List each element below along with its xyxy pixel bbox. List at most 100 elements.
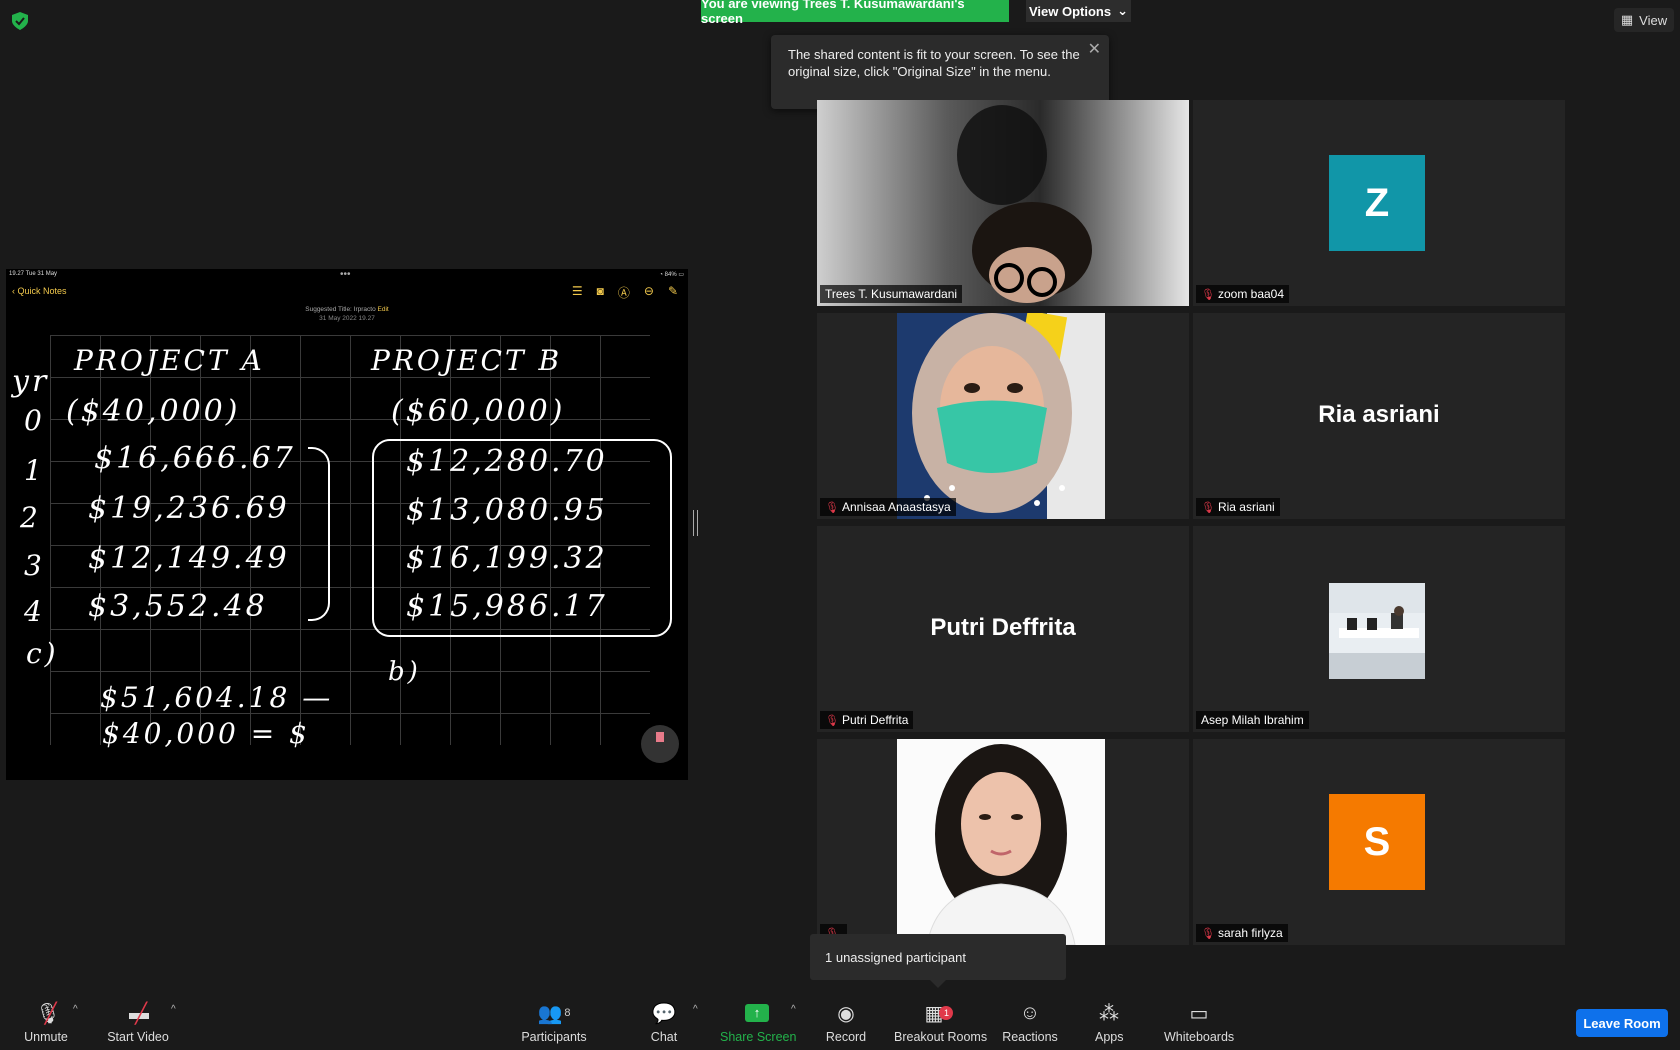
participant-name-tag: 🎙 zoom baa04 xyxy=(1196,285,1290,303)
notes-toolbar: ☰ ◙ Ⓐ ⊖ ✎ xyxy=(572,284,678,301)
participant-name-tag: 🎙 Ria asriani xyxy=(1196,498,1280,516)
leave-room-button[interactable]: Leave Room xyxy=(1576,1009,1668,1037)
mic-muted-icon: 🎙 xyxy=(1201,927,1215,940)
tooltip-text: The shared content is fit to your screen… xyxy=(788,47,1080,79)
mic-muted-icon: 🎙 xyxy=(1201,288,1215,301)
chat-button[interactable]: 💬 Chat xyxy=(646,1000,682,1045)
part-c-label: c) xyxy=(26,637,59,670)
chat-options-caret[interactable]: ^ xyxy=(693,1004,698,1015)
whiteboard-icon: ▭ xyxy=(1189,1002,1209,1025)
participant-tile-zoom-baa04[interactable]: Z 🎙 zoom baa04 xyxy=(1193,100,1565,306)
year-4: 4 xyxy=(24,595,45,628)
share-options-caret[interactable]: ^ xyxy=(791,1004,796,1015)
participant-tile-ria[interactable]: Ria asriani 🎙 Ria asriani xyxy=(1193,313,1565,519)
project-a-heading: PROJECT A xyxy=(74,344,265,377)
security-shield-icon[interactable] xyxy=(12,12,28,30)
participant-photo xyxy=(1329,583,1425,679)
mic-muted-icon: 🎙 xyxy=(825,714,839,727)
grid-icon: ▦ xyxy=(1620,12,1634,27)
fit-screen-tooltip: The shared content is fit to your screen… xyxy=(771,35,1109,109)
project-a-year-3: $12,149.49 xyxy=(88,541,290,576)
project-a-bracket xyxy=(308,447,330,621)
participant-tile-annisaa[interactable]: 🎙 Annisaa Anaastasya xyxy=(817,313,1189,519)
video-options-caret[interactable]: ^ xyxy=(171,1004,176,1015)
project-b-bracket xyxy=(372,439,672,637)
participant-display-name: Ria asriani xyxy=(1318,401,1440,428)
mic-muted-icon: 🎙 xyxy=(1201,501,1215,514)
mic-muted-icon: 🎙 ╱ xyxy=(35,1002,61,1025)
participant-video xyxy=(817,100,1189,306)
participant-tile-putri[interactable]: Putri Deffrita 🎙 Putri Deffrita xyxy=(817,526,1189,732)
chevron-down-icon: ⌄ xyxy=(1117,3,1128,18)
avatar: Z xyxy=(1329,155,1425,251)
project-a-year-2: $19,236.69 xyxy=(88,491,290,526)
more-dots-icon: ••• xyxy=(340,269,351,280)
view-layout-button[interactable]: ▦ View xyxy=(1614,8,1674,32)
meeting-toolbar: 🎙 ╱ Unmute ^ ▬ ╱ Start Video ^ 👥 8 Particip… xyxy=(0,990,1680,1050)
participant-display-name: Putri Deffrita xyxy=(930,614,1076,641)
sum-line-1: $51,604.18 — xyxy=(100,681,334,714)
markup-icon: Ⓐ xyxy=(617,286,630,300)
split-resize-handle[interactable] xyxy=(693,510,698,536)
apps-icon: ⁂ xyxy=(1099,1002,1119,1025)
unmute-button[interactable]: 🎙 ╱ Unmute xyxy=(16,1000,76,1045)
sum-line-2: $40,000 = $ xyxy=(102,717,310,750)
project-a-year-1: $16,666.67 xyxy=(94,441,296,476)
share-screen-icon: ↑ xyxy=(745,1004,769,1022)
participant-tile-sarah[interactable]: S 🎙 sarah firlyza xyxy=(1193,739,1565,945)
ipad-battery: ◔ 84% ▭ xyxy=(659,272,684,278)
participant-name-tag: 🎙 Annisaa Anaastasya xyxy=(820,498,956,516)
year-label: yr xyxy=(12,364,50,399)
pencil-tool-icon[interactable] xyxy=(641,725,679,763)
camera-icon: ◙ xyxy=(596,284,604,298)
avatar: S xyxy=(1329,794,1425,890)
apps-button[interactable]: ⁂ Apps xyxy=(1095,1000,1124,1045)
participant-tile-unnamed[interactable]: 🎙 xyxy=(817,739,1189,945)
whiteboards-button[interactable]: ▭ Whiteboards xyxy=(1164,1000,1234,1045)
part-b-label: b) xyxy=(388,657,421,687)
year-0: 0 xyxy=(24,404,45,437)
more-icon: ⊖ xyxy=(643,284,654,298)
reactions-button[interactable]: ☺ Reactions xyxy=(1002,1000,1058,1045)
breakout-badge: 1 xyxy=(939,1006,954,1020)
quick-notes-back: ‹ Quick Notes xyxy=(12,286,67,296)
project-a-year-4: $3,552.48 xyxy=(88,589,268,624)
view-layout-label: View xyxy=(1639,12,1668,28)
breakout-rooms-button[interactable]: ▦ 1 Breakout Rooms xyxy=(894,1000,987,1045)
participants-icon: 👥 xyxy=(537,1002,563,1025)
participant-name-tag: 🎙 sarah firlyza xyxy=(1196,924,1288,942)
project-b-heading: PROJECT B xyxy=(371,344,563,377)
reactions-icon: ☺ xyxy=(1019,1001,1041,1024)
unassigned-participant-popup[interactable]: 1 unassigned participant xyxy=(810,934,1066,988)
participant-name-tag: Trees T. Kusumawardani xyxy=(820,285,963,303)
project-b-year-0: ($60,000) xyxy=(391,394,566,429)
project-a-year-0: ($40,000) xyxy=(66,394,241,429)
participant-photo xyxy=(897,313,1105,519)
share-screen-button[interactable]: ↑ Share Screen xyxy=(720,1000,796,1044)
participants-button[interactable]: 👥 8 Participants xyxy=(518,1000,590,1045)
start-video-button[interactable]: ▬ ╱ Start Video xyxy=(103,1000,173,1045)
shared-screen[interactable]: 19.27 Tue 31 May ◔ 84% ▭ ••• ‹ Quick Not… xyxy=(6,269,688,780)
participant-name-tag: Asep Milah Ibrahim xyxy=(1196,711,1309,729)
participant-name-tag: 🎙 Putri Deffrita xyxy=(820,711,914,729)
participant-photo xyxy=(897,739,1105,945)
view-options-button[interactable]: View Options ⌄ xyxy=(1026,0,1131,22)
viewing-screen-banner: You are viewing Trees T. Kusumawardani's… xyxy=(701,0,1009,26)
record-icon: ◉ xyxy=(837,1002,855,1025)
close-icon[interactable]: ✕ xyxy=(1088,39,1101,59)
record-button[interactable]: ◉ Record xyxy=(824,1000,868,1045)
compose-icon: ✎ xyxy=(667,284,678,298)
note-date: 31 May 2022 19.27 xyxy=(319,315,375,322)
checklist-icon: ☰ xyxy=(571,284,583,298)
view-options-label: View Options xyxy=(1028,3,1112,19)
year-3: 3 xyxy=(24,549,45,582)
year-1: 1 xyxy=(24,454,45,487)
audio-options-caret[interactable]: ^ xyxy=(73,1004,78,1015)
suggested-title: Suggested Title: Irpracto Edit xyxy=(305,306,389,313)
participant-tile-trees[interactable]: Trees T. Kusumawardani xyxy=(817,100,1189,306)
video-off-icon: ▬ ╱ xyxy=(128,1001,149,1025)
mic-muted-icon: 🎙 xyxy=(825,501,839,514)
ipad-status-time: 19.27 Tue 31 May xyxy=(9,271,58,277)
participant-tile-asep[interactable]: Asep Milah Ibrahim xyxy=(1193,526,1565,732)
year-2: 2 xyxy=(20,501,41,534)
